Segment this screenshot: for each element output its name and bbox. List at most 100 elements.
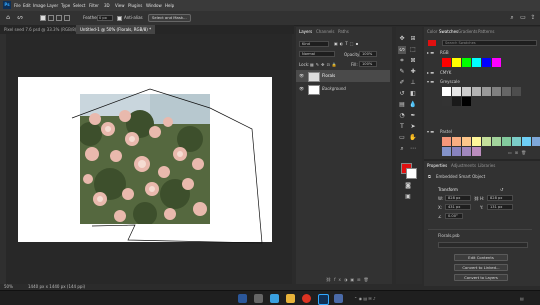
brush-tool-icon[interactable]: ✐	[398, 79, 406, 87]
lasso-tool-icon[interactable]: ᔕ	[398, 46, 406, 54]
tab-paths[interactable]: Paths	[338, 27, 349, 36]
folder-pastel-icon[interactable]: ▾ ▬	[427, 129, 434, 134]
marquee-tool-icon[interactable]: ⬚	[409, 46, 417, 54]
pastel-swatch[interactable]	[482, 137, 491, 146]
grey-swatch[interactable]	[452, 97, 461, 106]
artboard-tool-icon[interactable]: ⊞	[409, 35, 417, 43]
move-tool-icon[interactable]: ✥	[398, 35, 406, 43]
tab-swatches[interactable]: Swatches	[439, 27, 458, 36]
eraser-tool-icon[interactable]: ◧	[409, 90, 417, 98]
grey-swatch[interactable]	[472, 87, 481, 96]
notifications-icon[interactable]: ▤	[520, 296, 524, 301]
rgb-swatch[interactable]	[492, 58, 501, 67]
pastel-swatch[interactable]	[522, 137, 531, 146]
tab-layers[interactable]: Layers	[299, 27, 312, 36]
edit-contents-button[interactable]: Edit Contents	[454, 254, 508, 261]
folder-greyscale-icon[interactable]: ▾ ▬	[427, 79, 434, 84]
fill-input[interactable]: 100%	[359, 61, 377, 67]
grey-swatch[interactable]	[442, 87, 451, 96]
quick-mask-icon[interactable]: ◙	[404, 182, 412, 190]
zoom-level[interactable]: 50%	[4, 284, 13, 289]
pastel-swatch[interactable]	[502, 137, 511, 146]
screen-mode-icon[interactable]: ▣	[404, 193, 412, 201]
blend-mode-select[interactable]: Normal	[299, 51, 335, 57]
type-tool-icon[interactable]: T	[398, 123, 406, 131]
zoom-tool-icon[interactable]: ⌕	[398, 145, 406, 153]
pastel-swatch[interactable]	[462, 147, 471, 156]
convert-to-layers-button[interactable]: Convert to Layers	[454, 274, 508, 281]
search-icon[interactable]: ⌕	[508, 14, 516, 22]
folder-cmyk-icon[interactable]: ▸ ▬	[427, 70, 434, 75]
pastel-swatch[interactable]	[462, 137, 471, 146]
layer-actions-icons[interactable]: ⛓fx◑▣⊞🗑	[326, 277, 372, 282]
opera-icon[interactable]	[302, 294, 311, 303]
pen-tool-icon[interactable]: ✒	[409, 112, 417, 120]
swatch-search-input[interactable]: Search Swatches	[442, 40, 537, 46]
share-icon[interactable]: ⇪	[529, 14, 537, 22]
tab-color[interactable]: Color	[427, 27, 437, 36]
swatch-actions-icons[interactable]: ▭⊞🗑	[508, 150, 529, 155]
background-color-swatch[interactable]	[406, 168, 417, 179]
healing-tool-icon[interactable]: ✚	[409, 68, 417, 76]
rgb-swatch[interactable]	[472, 58, 481, 67]
layer-filter-kind[interactable]: Kind	[299, 41, 329, 47]
edit-toolbar-icon[interactable]: ⋯	[409, 145, 417, 153]
path-select-tool-icon[interactable]: ➤	[409, 123, 417, 131]
angle-input[interactable]: 0.00°	[445, 213, 463, 219]
y-input[interactable]: 131 px	[487, 204, 513, 210]
rgb-swatch[interactable]	[482, 58, 491, 67]
grey-swatch[interactable]	[462, 87, 471, 96]
start-icon[interactable]	[238, 294, 247, 303]
rectangle-tool-icon[interactable]: ▭	[398, 134, 406, 142]
pastel-swatch[interactable]	[472, 147, 481, 156]
pastel-swatch[interactable]	[492, 137, 501, 146]
hand-tool-icon[interactable]: ✋	[409, 134, 417, 142]
file-explorer-icon[interactable]	[286, 294, 295, 303]
pastel-swatch[interactable]	[512, 137, 521, 146]
layer-row-florals[interactable]: 👁 Florals	[296, 70, 390, 82]
grey-swatch[interactable]	[492, 87, 501, 96]
history-brush-icon[interactable]: ↺	[398, 90, 406, 98]
link-dimensions-icon[interactable]: ⛓	[474, 196, 479, 201]
lock-icons[interactable]: ▦✎✥⊡🔒	[310, 62, 339, 67]
grey-swatch[interactable]	[462, 97, 471, 106]
tab-libraries[interactable]: Libraries	[478, 161, 495, 170]
tab-gradients[interactable]: Gradients	[458, 27, 478, 36]
pastel-swatch[interactable]	[442, 137, 451, 146]
x-input[interactable]: 431 px	[445, 204, 471, 210]
blur-tool-icon[interactable]: 💧	[409, 101, 417, 109]
app-taskbar-icon[interactable]	[334, 294, 343, 303]
tab-properties[interactable]: Properties	[427, 161, 447, 170]
pastel-swatch[interactable]	[452, 147, 461, 156]
layer-row-background[interactable]: 👁 Background	[296, 83, 390, 95]
gradient-tool-icon[interactable]: ▤	[398, 101, 406, 109]
tab-adjustments[interactable]: Adjustments	[451, 161, 476, 170]
visibility-eye-icon[interactable]: 👁	[299, 73, 304, 78]
grey-swatch[interactable]	[512, 87, 521, 96]
pastel-swatch[interactable]	[472, 137, 481, 146]
system-tray-icons[interactable]: ⌃ ◉ ▤ ✉ ♪	[354, 296, 376, 301]
frame-tool-icon[interactable]: ⊠	[409, 57, 417, 65]
convert-to-linked-button[interactable]: Convert to Linked...	[454, 264, 508, 271]
folder-rgb-icon[interactable]: ▸ ▬	[427, 50, 434, 55]
pastel-swatch[interactable]	[452, 137, 461, 146]
tab-patterns[interactable]: Patterns	[478, 27, 494, 36]
stamp-tool-icon[interactable]: ⊥	[409, 79, 417, 87]
crop-tool-icon[interactable]: ⌗	[398, 57, 406, 65]
rgb-swatch[interactable]	[462, 58, 471, 67]
opacity-input[interactable]: 100%	[359, 51, 377, 57]
search-taskbar-icon[interactable]	[254, 294, 263, 303]
height-input[interactable]: 828 px	[487, 195, 513, 201]
visibility-eye-icon[interactable]: 👁	[299, 86, 304, 91]
rgb-swatch[interactable]	[452, 58, 461, 67]
workspace-icon[interactable]: ▭	[519, 14, 527, 22]
layer-comp-select[interactable]	[438, 242, 528, 248]
rgb-swatch[interactable]	[442, 58, 451, 67]
reset-transform-icon[interactable]: ↺	[500, 187, 503, 192]
eyedropper-tool-icon[interactable]: ✎	[398, 68, 406, 76]
dodge-tool-icon[interactable]: ◔	[398, 112, 406, 120]
pastel-swatch[interactable]	[532, 137, 540, 146]
mail-icon[interactable]	[270, 294, 279, 303]
grey-swatch[interactable]	[452, 87, 461, 96]
grey-swatch[interactable]	[442, 97, 451, 106]
